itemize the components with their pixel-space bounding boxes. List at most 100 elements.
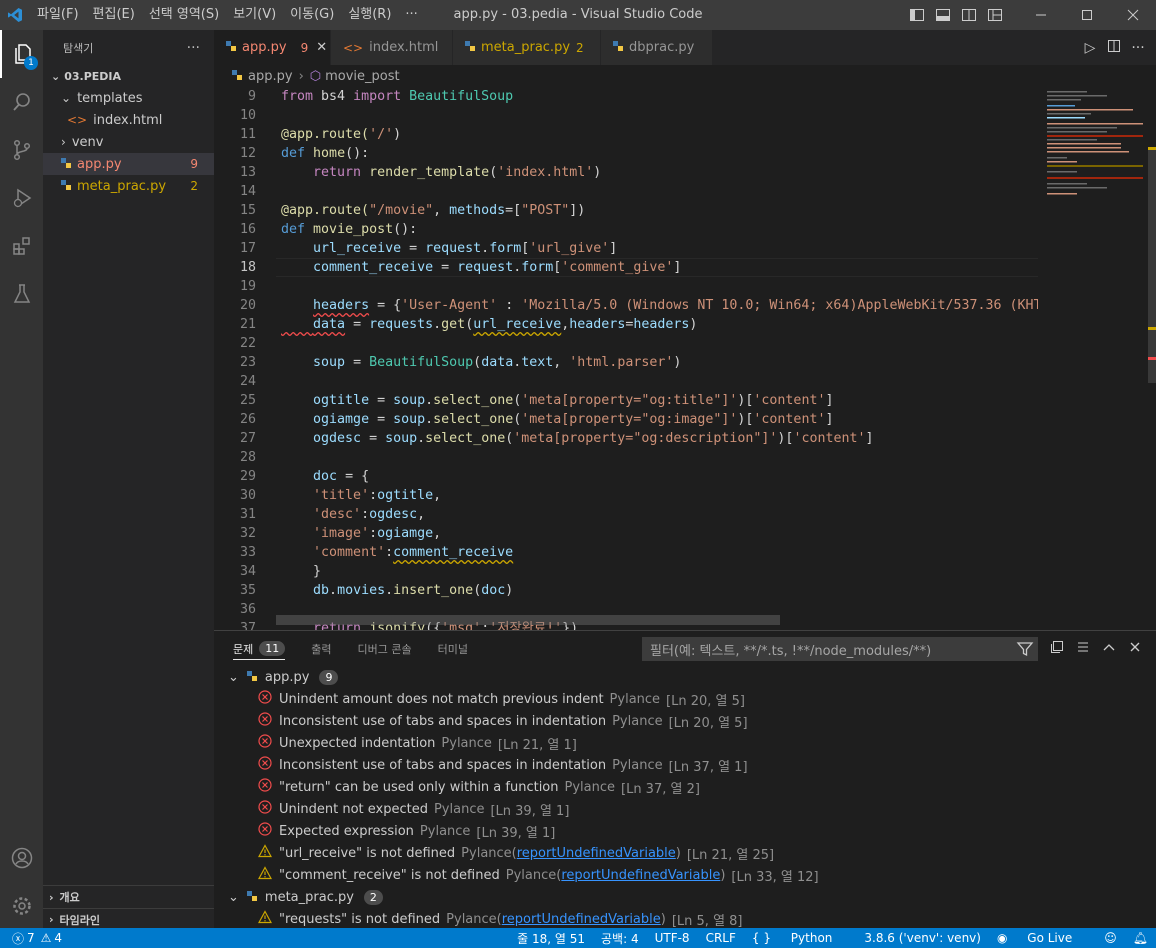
search-icon[interactable] bbox=[0, 78, 43, 126]
problem-group-app-py[interactable]: ⌄ app.py 9 bbox=[214, 666, 1156, 688]
cursor-position[interactable]: 줄 18, 열 51 bbox=[517, 930, 585, 947]
code-line[interactable]: 26 ogiamge = soup.select_one('meta[prope… bbox=[214, 410, 1038, 429]
close-window-icon[interactable] bbox=[1110, 0, 1156, 30]
explorer-more-icon[interactable]: ··· bbox=[187, 40, 200, 56]
tab-problems[interactable]: 문제 11 bbox=[233, 631, 286, 666]
toggle-panel-icon[interactable] bbox=[930, 0, 956, 30]
code-line[interactable]: 20 headers = {'User-Agent' : 'Mozilla/5.… bbox=[214, 296, 1066, 315]
menu-edit[interactable]: 편집(E) bbox=[86, 0, 142, 30]
rule-link[interactable]: reportUndefinedVariable bbox=[502, 912, 661, 927]
account-icon[interactable] bbox=[0, 834, 43, 882]
tree-item-venv[interactable]: › venv bbox=[43, 131, 214, 153]
code-line[interactable]: 30 'title':ogtitle, bbox=[214, 486, 1038, 505]
folder-root[interactable]: ⌄ 03.PEDIA bbox=[43, 65, 214, 87]
menu-selection[interactable]: 선택 영역(S) bbox=[142, 0, 226, 30]
tab-debug-console[interactable]: 디버그 콘솔 bbox=[358, 631, 412, 666]
tree-item-index-html[interactable]: <> index.html bbox=[43, 109, 214, 131]
split-editor-icon[interactable] bbox=[1104, 39, 1124, 57]
code-line[interactable]: 29 doc = { bbox=[214, 467, 1038, 486]
code-line[interactable]: 14 bbox=[214, 182, 1038, 201]
menu-run[interactable]: 실행(R) bbox=[341, 0, 398, 30]
code-line[interactable]: 27 ogdesc = soup.select_one('meta[proper… bbox=[214, 429, 1038, 448]
view-as-list-icon[interactable] bbox=[1070, 640, 1096, 658]
problem-item[interactable]: "comment_receive" is not defined Pylance(… bbox=[214, 864, 1156, 886]
menu-file[interactable]: 파일(F) bbox=[30, 0, 86, 30]
problems-filter-input[interactable]: 필터(예: 텍스트, **/*.ts, !**/node_modules/**) bbox=[642, 637, 1038, 661]
code-line[interactable]: 23 soup = BeautifulSoup(data.text, 'html… bbox=[214, 353, 1038, 372]
code-line[interactable]: 31 'desc':ogdesc, bbox=[214, 505, 1038, 524]
testing-flask-icon[interactable] bbox=[0, 270, 43, 318]
end-of-line[interactable]: CRLF bbox=[706, 931, 736, 945]
collapse-all-icon[interactable] bbox=[1044, 640, 1070, 658]
code-line[interactable]: 16 def movie_post(): bbox=[214, 220, 1038, 239]
tab-terminal[interactable]: 터미널 bbox=[438, 631, 468, 666]
problem-item[interactable]: Inconsistent use of tabs and spaces in i… bbox=[214, 710, 1156, 732]
code-line[interactable]: 34 } bbox=[214, 562, 1038, 581]
encoding[interactable]: UTF-8 bbox=[655, 931, 690, 945]
python-interpreter[interactable]: 3.8.6 ('venv': venv) bbox=[864, 931, 981, 945]
code-line[interactable]: 19 bbox=[214, 277, 1038, 296]
notifications-bell-icon[interactable]: 🔔︎ bbox=[1133, 931, 1148, 945]
feedback-icon[interactable]: ☺ bbox=[1104, 931, 1117, 945]
toggle-secondary-sidebar-icon[interactable] bbox=[956, 0, 982, 30]
problem-item[interactable]: "url_receive" is not defined Pylance(repo… bbox=[214, 842, 1156, 864]
minimize-icon[interactable] bbox=[1018, 0, 1064, 30]
menu-view[interactable]: 보기(V) bbox=[226, 0, 283, 30]
tab-meta-prac-py[interactable]: meta_prac.py 2 bbox=[453, 30, 601, 65]
customize-layout-icon[interactable] bbox=[982, 0, 1008, 30]
menu-more[interactable]: ··· bbox=[398, 0, 424, 30]
more-actions-icon[interactable]: ··· bbox=[1128, 40, 1148, 56]
code-line[interactable]: 25 ogtitle = soup.select_one('meta[prope… bbox=[214, 391, 1038, 410]
tab-app-py[interactable]: app.py 9 ✕ bbox=[214, 30, 331, 65]
code-line[interactable]: 13 return render_template('index.html') bbox=[214, 163, 1038, 182]
problem-item[interactable]: Unexpected indentation Pylance [Ln 21, 열 1… bbox=[214, 732, 1156, 754]
code-line[interactable]: 11 @app.route('/') bbox=[214, 125, 1038, 144]
code-editor[interactable]: 9 from bs4 import BeautifulSoup 10 11 @app.r… bbox=[214, 87, 1156, 630]
tab-dbprac-py[interactable]: dbprac.py bbox=[601, 30, 713, 65]
indentation[interactable]: 공백: 4 bbox=[601, 930, 639, 947]
breadcrumb-file[interactable]: app.py bbox=[248, 69, 293, 84]
problem-item[interactable]: "return" can be used only within a funct… bbox=[214, 776, 1156, 798]
code-line[interactable]: 12 def home(): bbox=[214, 144, 1038, 163]
go-live-button[interactable]: ◉ Go Live bbox=[997, 931, 1088, 945]
problems-status[interactable]: ⓧ 7 ⚠ 4 bbox=[0, 930, 62, 947]
code-line[interactable]: 15 @app.route("/movie", methods=["POST"]) bbox=[214, 201, 1038, 220]
tab-index-html[interactable]: <> index.html bbox=[331, 30, 453, 65]
tree-item-templates[interactable]: ⌄ templates bbox=[43, 87, 214, 109]
breadcrumb-symbol[interactable]: movie_post bbox=[325, 69, 400, 84]
maximize-panel-icon[interactable] bbox=[1096, 640, 1122, 658]
rule-link[interactable]: reportUndefinedVariable bbox=[517, 846, 676, 861]
code-line[interactable]: 32 'image':ogiamge, bbox=[214, 524, 1038, 543]
code-line[interactable]: 18 comment_receive = request.form['comme… bbox=[214, 258, 1038, 277]
language-mode[interactable]: { } Python bbox=[752, 931, 849, 945]
rule-link[interactable]: reportUndefinedVariable bbox=[561, 868, 720, 883]
source-control-icon[interactable] bbox=[0, 126, 43, 174]
problem-item[interactable]: Unindent amount does not match previous … bbox=[214, 688, 1156, 710]
problem-item[interactable]: Unindent not expected Pylance [Ln 39, 열 1] bbox=[214, 798, 1156, 820]
minimap[interactable] bbox=[1038, 87, 1148, 630]
close-panel-icon[interactable] bbox=[1122, 640, 1148, 658]
tree-item-meta-prac-py[interactable]: meta_prac.py 2 bbox=[43, 175, 214, 197]
problem-item[interactable]: Inconsistent use of tabs and spaces in i… bbox=[214, 754, 1156, 776]
code-line[interactable]: 9 from bs4 import BeautifulSoup bbox=[214, 87, 1038, 106]
close-tab-icon[interactable]: ✕ bbox=[316, 40, 327, 55]
tab-output[interactable]: 출력 bbox=[311, 631, 331, 666]
menu-go[interactable]: 이동(G) bbox=[283, 0, 341, 30]
run-debug-icon[interactable] bbox=[0, 174, 43, 222]
maximize-icon[interactable] bbox=[1064, 0, 1110, 30]
problem-item[interactable]: "requests" is not defined Pylance(reportU… bbox=[214, 908, 1156, 930]
outline-section[interactable]: › 개요 bbox=[43, 886, 214, 908]
code-line[interactable]: 21 data = requests.get(url_receive,heade… bbox=[214, 315, 1038, 334]
settings-gear-icon[interactable] bbox=[0, 882, 43, 930]
problem-item[interactable]: Expected expression Pylance [Ln 39, 열 1] bbox=[214, 820, 1156, 842]
vertical-scrollbar[interactable] bbox=[1148, 87, 1156, 630]
run-python-icon[interactable]: ▷ bbox=[1080, 40, 1100, 56]
toggle-sidebar-icon[interactable] bbox=[904, 0, 930, 30]
timeline-section[interactable]: › 타임라인 bbox=[43, 908, 214, 930]
extensions-icon[interactable] bbox=[0, 222, 43, 270]
code-line[interactable]: 22 bbox=[214, 334, 1038, 353]
problem-group-meta-prac-py[interactable]: ⌄ meta_prac.py 2 bbox=[214, 886, 1156, 908]
explorer-icon[interactable]: 1 bbox=[0, 30, 43, 78]
filter-icon[interactable] bbox=[1016, 640, 1034, 662]
code-line[interactable]: 17 url_receive = request.form['url_give'… bbox=[214, 239, 1038, 258]
